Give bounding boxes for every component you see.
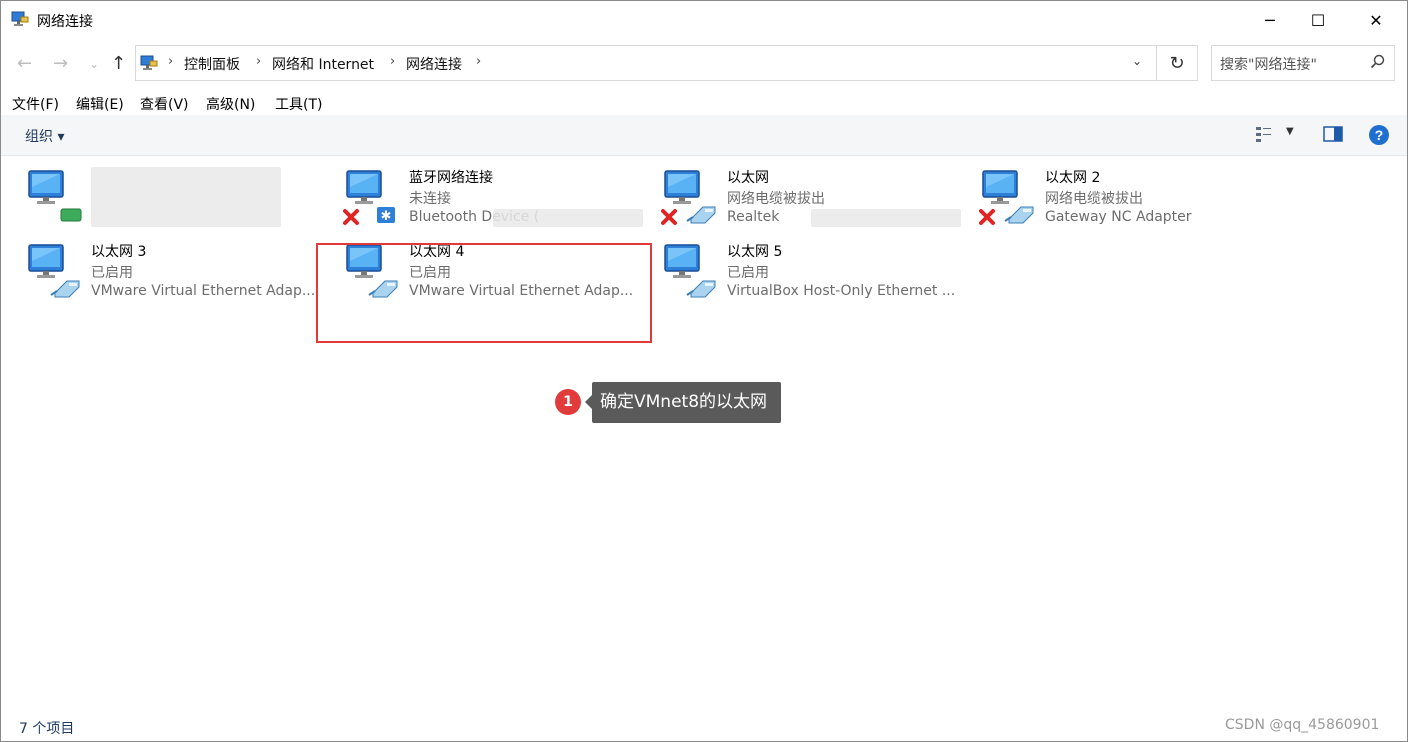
connection-name: 以太网 5 <box>727 244 783 260</box>
close-button[interactable]: ✕ <box>1353 1 1399 39</box>
help-icon[interactable]: ? <box>1368 124 1390 146</box>
connection-status: 网络电缆被拔出 <box>1045 191 1143 207</box>
up-arrow-icon[interactable]: ↑ <box>111 53 126 74</box>
network-connections-icon <box>140 55 158 70</box>
connection-device: VMware Virtual Ethernet Adap... <box>91 283 316 299</box>
minimize-button[interactable]: ─ <box>1247 1 1293 39</box>
menu-edit[interactable]: 编辑(E) <box>76 94 124 114</box>
breadcrumb-control-panel[interactable]: 控制面板 <box>184 54 240 74</box>
network-adapter-icon <box>28 244 80 298</box>
menu-tools[interactable]: 工具(T) <box>275 94 322 114</box>
connection-item[interactable]: 以太网 2 网络电缆被拔出 Gateway NC Adapter <box>979 167 1289 239</box>
watermark: CSDN @qq_45860901 <box>1225 717 1380 733</box>
menu-advanced[interactable]: 高级(N) <box>206 94 255 114</box>
redaction-blur <box>91 167 281 227</box>
menu-bar: 文件(F) 编辑(E) 查看(V) 高级(N) 工具(T) <box>1 91 1407 115</box>
breadcrumb-network-internet[interactable]: 网络和 Internet <box>272 54 374 74</box>
navigation-row: ← → ⌄ ↑ › 控制面板 › 网络和 Internet › 网络连接 › ⌄… <box>1 41 1407 85</box>
breadcrumb-network-connections[interactable]: 网络连接 <box>406 54 462 74</box>
callout-pointer <box>585 395 592 409</box>
breadcrumb-chevron-icon[interactable]: › <box>256 54 261 69</box>
annotation-callout: 确定VMnet8的以太网 <box>592 382 782 423</box>
network-adapter-icon <box>664 244 716 298</box>
maximize-button[interactable]: ☐ <box>1295 1 1341 39</box>
network-connections-icon <box>11 11 29 26</box>
search-box[interactable]: 搜索"网络连接" <box>1211 45 1395 81</box>
window-title: 网络连接 <box>37 14 93 30</box>
redaction-blur <box>811 209 961 227</box>
command-bar: 组织 ▾ ▼ ? <box>1 115 1407 156</box>
bluetooth-adapter-icon: ✱ <box>343 170 395 225</box>
item-count: 7 个项目 <box>19 721 75 737</box>
connection-item[interactable] <box>25 167 335 239</box>
connection-item[interactable]: ✱ 蓝牙网络连接 未连接 Bluetooth Device ( <box>343 167 653 239</box>
breadcrumb-chevron-icon[interactable]: › <box>476 54 481 69</box>
back-arrow-icon[interactable]: ← <box>17 53 32 74</box>
connection-name: 以太网 <box>727 170 769 186</box>
connection-item[interactable]: 以太网 网络电缆被拔出 Realtek <box>661 167 971 239</box>
change-view-icon[interactable] <box>1255 125 1273 143</box>
step-badge: 1 <box>555 389 581 415</box>
preview-pane-icon[interactable] <box>1323 125 1343 143</box>
forward-arrow-icon[interactable]: → <box>53 53 68 74</box>
highlight-box <box>316 243 652 343</box>
network-adapter-icon <box>661 170 716 225</box>
breadcrumb-chevron-icon[interactable]: › <box>168 54 173 69</box>
network-adapter-icon <box>28 170 82 222</box>
connection-name: 蓝牙网络连接 <box>409 170 493 186</box>
recent-locations-icon[interactable]: ⌄ <box>89 57 99 71</box>
connection-name: 以太网 3 <box>91 244 147 260</box>
svg-text:✱: ✱ <box>381 209 392 224</box>
address-bar[interactable]: › 控制面板 › 网络和 Internet › 网络连接 › ⌄ <box>135 45 1157 81</box>
connection-device: Gateway NC Adapter <box>1045 209 1192 225</box>
svg-text:?: ? <box>1375 127 1384 143</box>
breadcrumb-chevron-icon[interactable]: › <box>390 54 395 69</box>
title-bar: 网络连接 ─ ☐ ✕ <box>1 1 1407 39</box>
connection-status: 未连接 <box>409 191 451 207</box>
connection-status: 网络电缆被拔出 <box>727 191 825 207</box>
connection-status: 已启用 <box>91 265 133 281</box>
connection-item[interactable]: 以太网 5 已启用 VirtualBox Host-Only Ethernet ..… <box>661 241 971 313</box>
refresh-button[interactable]: ↻ <box>1157 45 1198 81</box>
connection-device: VirtualBox Host-Only Ethernet ... <box>727 283 956 299</box>
connection-status: 已启用 <box>727 265 769 281</box>
network-adapter-icon <box>979 170 1034 225</box>
chevron-down-icon[interactable]: ⌄ <box>1132 54 1142 68</box>
redaction-blur <box>493 209 643 227</box>
search-input[interactable]: 搜索"网络连接" <box>1220 54 1317 74</box>
search-icon[interactable] <box>1370 54 1386 70</box>
explorer-window: 网络连接 ─ ☐ ✕ ← → ⌄ ↑ › 控制面板 › 网络和 Internet… <box>0 0 1408 742</box>
menu-file[interactable]: 文件(F) <box>12 94 59 114</box>
organize-button[interactable]: 组织 ▾ <box>25 126 64 146</box>
connection-name: 以太网 2 <box>1045 170 1101 186</box>
view-options-chevron-icon[interactable]: ▼ <box>1286 126 1294 137</box>
menu-view[interactable]: 查看(V) <box>140 94 189 114</box>
connection-item[interactable]: 以太网 3 已启用 VMware Virtual Ethernet Adap... <box>25 241 335 313</box>
